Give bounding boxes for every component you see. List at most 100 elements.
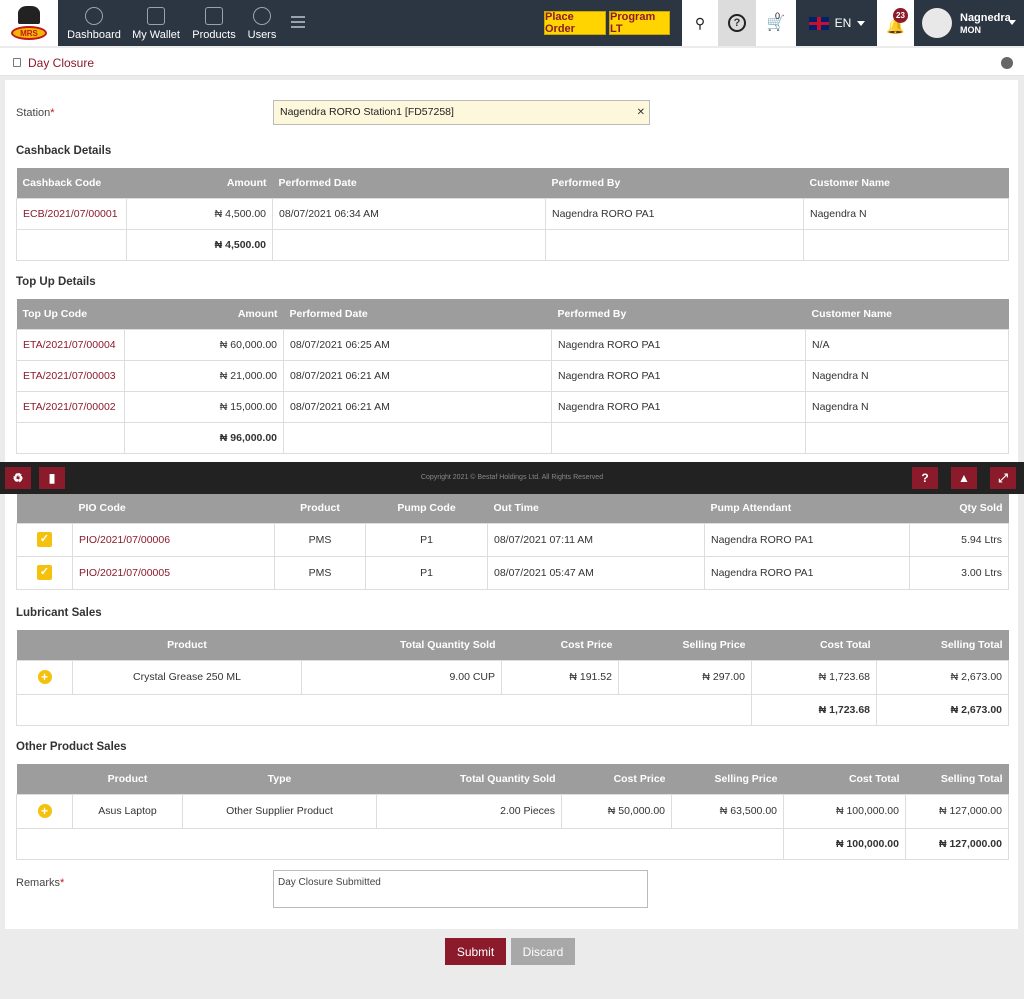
col-product: Product (72, 630, 302, 660)
user-menu[interactable]: Nagnedra MON (914, 0, 1024, 46)
col-performed-by: Performed By (551, 299, 806, 329)
submit-button[interactable]: Submit (445, 938, 506, 965)
nav-my-wallet[interactable]: My Wallet (128, 0, 184, 46)
col-performed-date: Performed Date (283, 299, 552, 329)
cell-cost-price: ₦ 191.52 (501, 659, 619, 695)
cell-attendant: Nagendra RORO PA1 (704, 522, 910, 557)
col-customer-name: Customer Name (805, 299, 1009, 329)
program-button[interactable]: Program LT (609, 11, 670, 35)
help-icon[interactable]: ? (912, 467, 938, 489)
col-selling-total: Selling Total (876, 630, 1009, 660)
search-icon: ⚲ (694, 14, 706, 31)
help-button[interactable]: ? (718, 0, 756, 46)
cell-amount: ₦ 21,000.00 (124, 359, 284, 392)
search-button[interactable]: ⚲ (682, 0, 718, 46)
col-pio-code: PIO Code (72, 493, 275, 523)
topup-code-link[interactable]: ETA/2021/07/00003 (23, 370, 116, 382)
fire-icon[interactable]: ▲ (951, 467, 977, 489)
cashback-table: Cashback Code Amount Performed Date Perf… (16, 168, 1009, 261)
col-product: Product (72, 764, 183, 794)
col-out-time: Out Time (487, 493, 705, 523)
help-icon: ? (728, 14, 746, 32)
station-label: Station* (16, 107, 55, 119)
col-total-qty: Total Quantity Sold (301, 630, 502, 660)
cell-cost-total: ₦ 1,723.68 (751, 659, 877, 695)
topup-code-link[interactable]: ETA/2021/07/00004 (23, 339, 116, 351)
cell-pump-code: P1 (365, 522, 488, 557)
fullscreen-icon[interactable]: ⤢ (990, 467, 1016, 489)
remarks-label: Remarks* (16, 877, 64, 889)
cell-performed-by: Nagendra RORO PA1 (551, 359, 806, 392)
mrs-logo[interactable]: MRS (0, 0, 58, 46)
col-type: Type (182, 764, 377, 794)
user-name: Nagnedra (960, 11, 1011, 24)
cell-attendant: Nagendra RORO PA1 (704, 555, 910, 590)
cell-cost-total: ₦ 100,000.00 (783, 793, 906, 829)
nav-dashboard[interactable]: Dashboard (64, 0, 124, 46)
discard-button[interactable]: Discard (511, 938, 575, 965)
cell-amount: ₦ 4,500.00 (126, 197, 273, 230)
cart-button[interactable]: 🛒 0 (756, 0, 796, 46)
pio-code-link[interactable]: PIO/2021/07/00006 (79, 534, 170, 546)
station-select[interactable]: Nagendra RORO Station1 [FD57258] ✕ (273, 100, 650, 125)
cell-cost-price: ₦ 50,000.00 (561, 793, 672, 829)
other-cost-total: ₦ 100,000.00 (783, 827, 906, 860)
col-performed-date: Performed Date (272, 168, 546, 198)
avatar (922, 8, 952, 38)
table-row: + Crystal Grease 250 ML 9.00 CUP ₦ 191.5… (16, 659, 1009, 695)
col-cost-price: Cost Price (501, 630, 619, 660)
cell-selling-price: ₦ 63,500.00 (671, 793, 784, 829)
col-pump-attendant: Pump Attendant (704, 493, 910, 523)
topup-code-link[interactable]: ETA/2021/07/00002 (23, 401, 116, 413)
col-cost-price: Cost Price (561, 764, 672, 794)
page-title: Day Closure (28, 56, 95, 70)
copyright-text: Copyright 2021 © Bestaf Holdings Ltd. Al… (420, 474, 604, 481)
required-mark: * (50, 107, 55, 119)
col-qty-sold: Qty Sold (909, 493, 1009, 523)
other-selling-total: ₦ 127,000.00 (905, 827, 1009, 860)
row-checkbox[interactable]: ✓ (37, 565, 52, 580)
place-order-button[interactable]: Place Order (544, 11, 606, 35)
remarks-textarea[interactable]: Day Closure Submitted (273, 870, 648, 908)
cell-qty: 3.00 Ltrs (909, 555, 1009, 590)
notifications-button[interactable]: 🔔 (877, 0, 914, 46)
page-icon (13, 58, 21, 67)
chevron-down-icon (857, 20, 866, 26)
nav-users[interactable]: Users (244, 0, 280, 46)
add-icon[interactable]: + (37, 804, 52, 818)
nav-users-label: Users (247, 29, 277, 41)
row-checkbox[interactable]: ✓ (37, 532, 52, 547)
total-row: ₦ 1,723.68 ₦ 2,673.00 (16, 693, 1009, 726)
cell-date: 08/07/2021 06:21 AM (283, 390, 552, 423)
cell-selling-total: ₦ 2,673.00 (876, 659, 1009, 695)
topup-total: ₦ 96,000.00 (124, 421, 284, 454)
col-selling-total: Selling Total (905, 764, 1009, 794)
wallet-icon (147, 7, 165, 25)
cell-product: Crystal Grease 250 ML (72, 659, 302, 695)
language-selector[interactable]: EN (797, 0, 877, 46)
pio-code-link[interactable]: PIO/2021/07/00005 (79, 567, 170, 579)
menu-icon[interactable] (291, 16, 305, 28)
cell-performed-by: Nagendra RORO PA1 (545, 197, 804, 230)
cell-product: PMS (274, 522, 366, 557)
clear-icon[interactable]: ✕ (637, 107, 645, 118)
cashback-title: Cashback Details (16, 145, 112, 157)
lubricant-title: Lubricant Sales (16, 607, 102, 619)
cell-date: 08/07/2021 06:21 AM (283, 359, 552, 392)
col-pump-code: Pump Code (365, 493, 488, 523)
add-icon[interactable]: + (37, 670, 52, 684)
cell-amount: ₦ 15,000.00 (124, 390, 284, 423)
user-company: MON (960, 24, 981, 35)
cell-qty: 9.00 CUP (301, 659, 502, 695)
cashback-code-link[interactable]: ECB/2021/07/00001 (23, 208, 118, 220)
horse-icon (18, 6, 40, 24)
back-icon[interactable] (1001, 57, 1013, 69)
dashboard-icon (85, 7, 103, 25)
col-product: Product (274, 493, 366, 523)
col-selling-price: Selling Price (671, 764, 784, 794)
col-performed-by: Performed By (545, 168, 804, 198)
required-mark: * (60, 877, 65, 889)
nav-products[interactable]: Products (190, 0, 238, 46)
uk-flag-icon (808, 16, 829, 30)
col-topup-code: Top Up Code (16, 299, 125, 329)
